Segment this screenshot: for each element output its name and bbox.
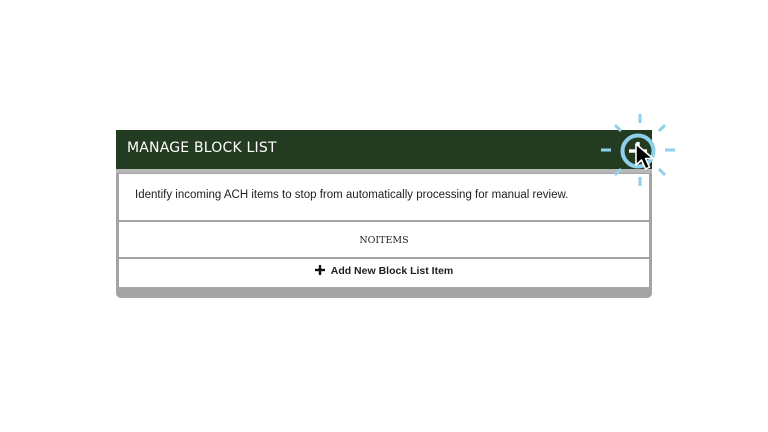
block-list-panel: MANAGE BLOCK LIST Identify incoming ACH …: [116, 130, 652, 298]
add-button-content: Add New Block List Item: [119, 265, 649, 277]
plus-icon: [314, 265, 325, 275]
header-divider: [116, 169, 652, 173]
screen: MANAGE BLOCK LIST Identify incoming ACH …: [0, 0, 768, 432]
description-row: Identify incoming ACH items to stop from…: [119, 174, 649, 220]
mouse-pointer-icon: [635, 143, 654, 170]
panel-title: MANAGE BLOCK LIST: [127, 140, 277, 156]
add-block-list-item-button[interactable]: Add New Block List Item: [119, 259, 649, 287]
panel-header: MANAGE BLOCK LIST: [116, 130, 652, 169]
empty-items-text: NOITEMS: [359, 235, 409, 246]
description-text: Identify incoming ACH items to stop from…: [135, 189, 569, 201]
empty-items-row: NOITEMS: [119, 222, 649, 257]
add-button-label: Add New Block List Item: [330, 265, 454, 277]
